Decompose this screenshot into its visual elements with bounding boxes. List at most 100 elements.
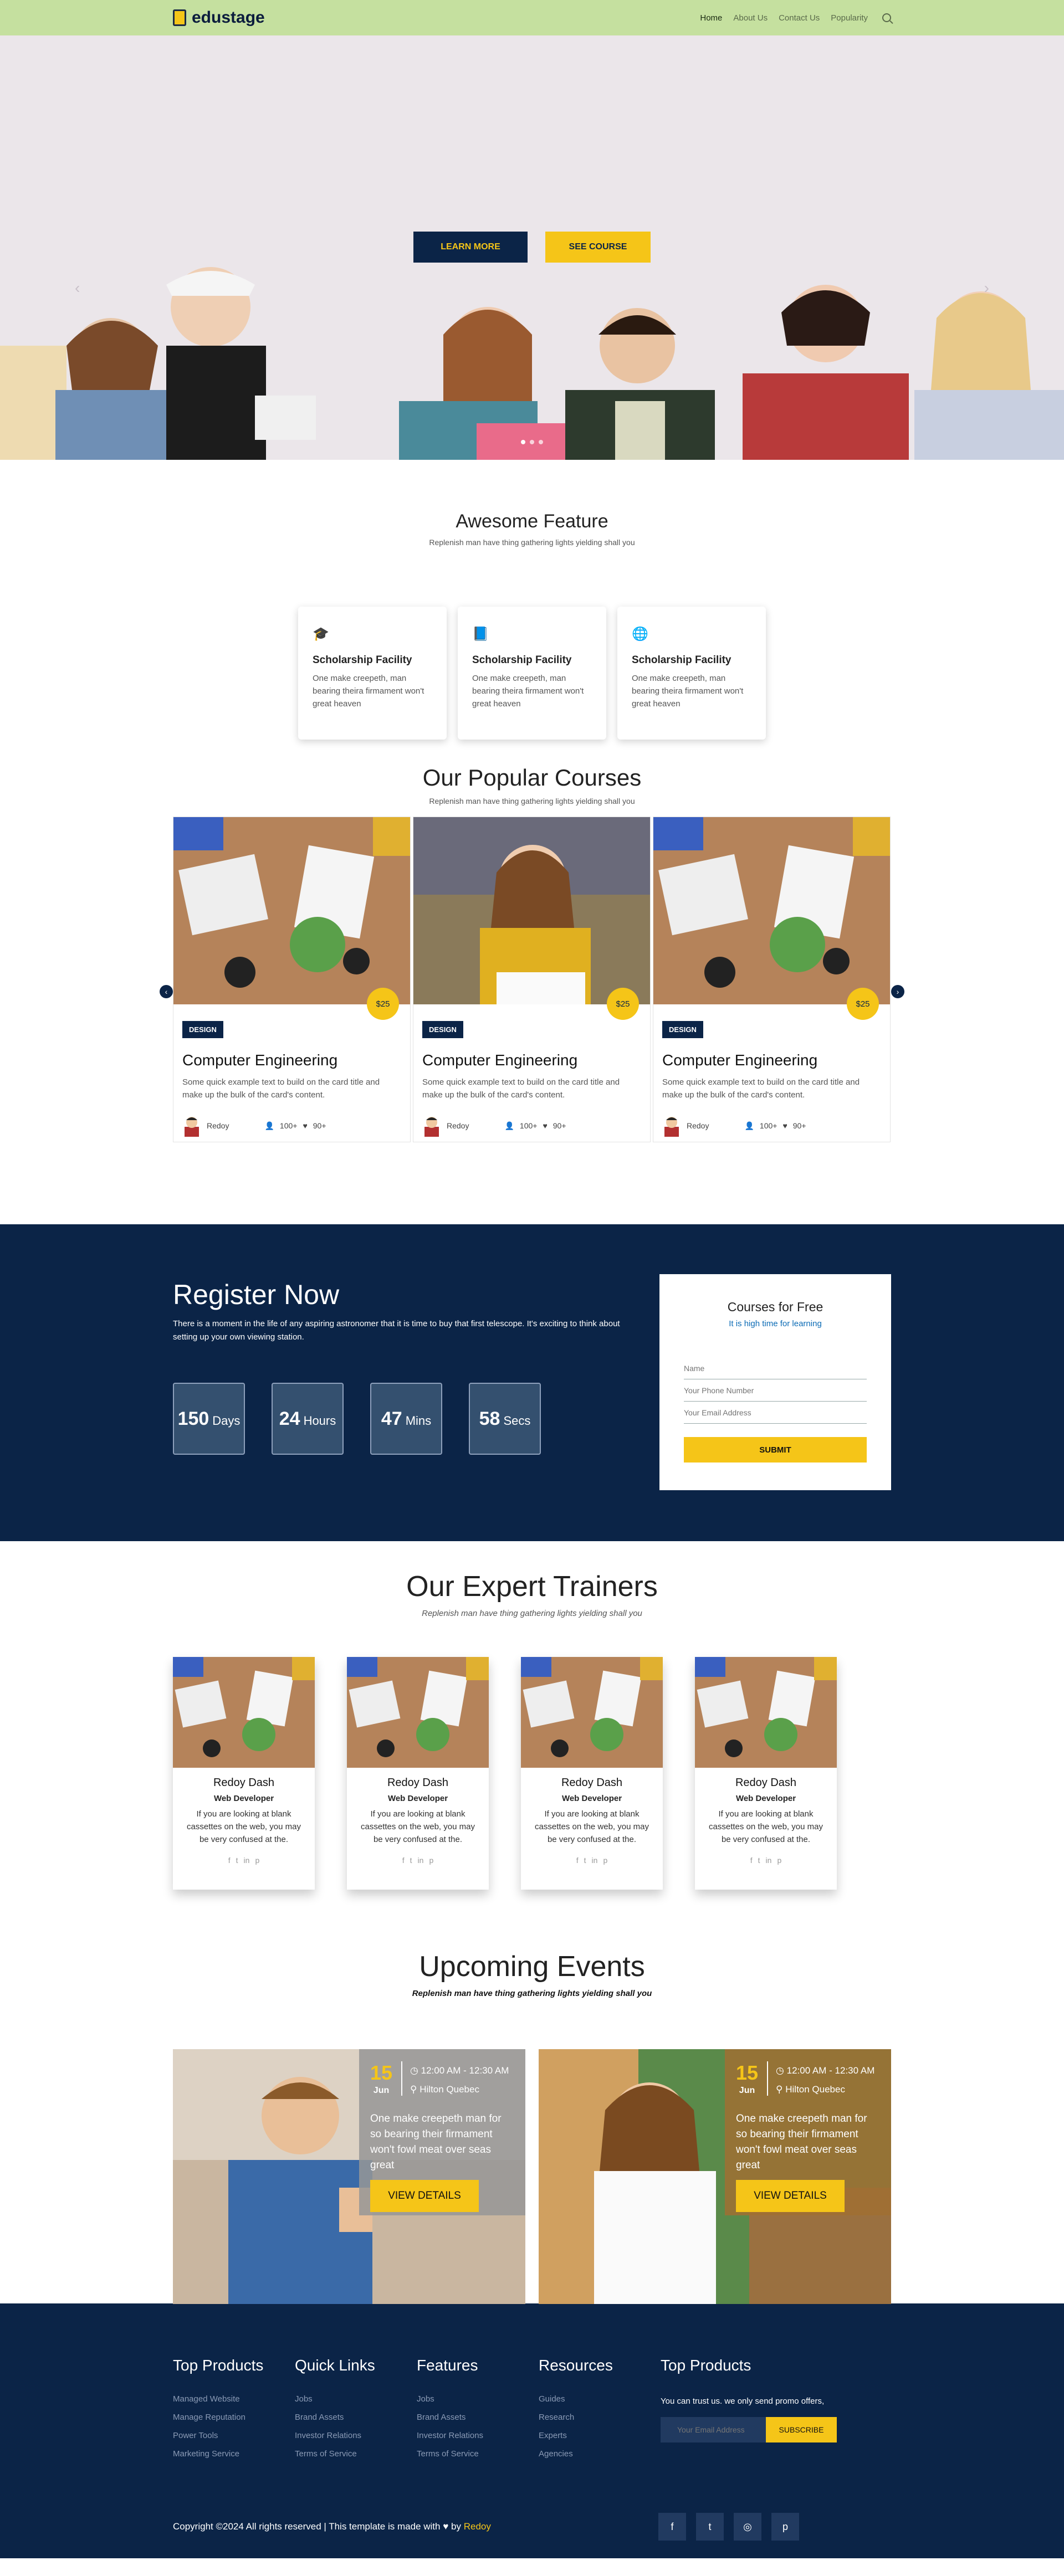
footer-link[interactable]: Investor Relations: [417, 2426, 539, 2445]
pinterest-icon[interactable]: p: [603, 1856, 607, 1865]
event-month: Jun: [373, 2086, 390, 2095]
feature-text: One make creepeth, man bearing theira fi…: [313, 674, 424, 709]
trainer-card: Redoy Dash Web Developer If you are look…: [695, 1657, 837, 1890]
heart-icon: ♥: [543, 1121, 548, 1130]
see-course-button[interactable]: SEE COURSE: [545, 232, 651, 263]
learn-more-button[interactable]: LEARN MORE: [413, 232, 528, 263]
newsletter-email-input[interactable]: [661, 2417, 766, 2442]
facebook-icon[interactable]: f: [228, 1856, 231, 1865]
author-name: Redoy: [447, 1121, 469, 1130]
footer-link[interactable]: Experts: [539, 2426, 661, 2445]
course-card[interactable]: $25 DESIGN Computer Engineering Some qui…: [413, 817, 651, 1142]
price-badge: $25: [367, 988, 399, 1020]
trainer-text: If you are looking at blank cassettes on…: [361, 1809, 475, 1844]
trainer-image: [695, 1657, 837, 1768]
course-card[interactable]: $25 DESIGN Computer Engineering Some qui…: [173, 817, 411, 1142]
book-logo-icon: [173, 9, 186, 26]
price-badge: $25: [607, 988, 639, 1020]
footer-link[interactable]: Jobs: [295, 2390, 417, 2408]
category-tag[interactable]: DESIGN: [182, 1021, 223, 1038]
heart-icon: ♥: [782, 1121, 787, 1130]
footer-link[interactable]: Manage Reputation: [173, 2408, 295, 2426]
search-icon[interactable]: [882, 13, 891, 22]
pinterest-icon[interactable]: p: [777, 1856, 781, 1865]
subscribe-button[interactable]: SUBSCRIBE: [766, 2417, 837, 2442]
twitter-icon[interactable]: t: [236, 1856, 238, 1865]
courses-title: Our Popular Courses: [422, 764, 642, 791]
linkedin-icon[interactable]: in: [418, 1856, 424, 1865]
twitter-icon[interactable]: t: [584, 1856, 586, 1865]
carousel-dot[interactable]: [530, 440, 534, 444]
pinterest-icon[interactable]: p: [429, 1856, 433, 1865]
submit-button[interactable]: SUBMIT: [684, 1437, 867, 1463]
category-tag[interactable]: DESIGN: [422, 1021, 463, 1038]
twitter-icon[interactable]: t: [758, 1856, 760, 1865]
newsletter-text: You can trust us. we only send promo off…: [661, 2397, 825, 2406]
pinterest-icon[interactable]: p: [771, 2513, 799, 2541]
nav-link-popularity[interactable]: Popularity: [831, 13, 868, 23]
course-title[interactable]: Computer Engineering: [182, 1051, 401, 1069]
footer-link[interactable]: Agencies: [539, 2445, 661, 2463]
event-place: Hilton Quebec: [785, 2084, 845, 2095]
email-field[interactable]: [684, 1402, 867, 1424]
nav-link-contact[interactable]: Contact Us: [779, 13, 820, 23]
footer-link[interactable]: Marketing Service: [173, 2445, 295, 2463]
trainer-text: If you are looking at blank cassettes on…: [187, 1809, 301, 1844]
facebook-icon[interactable]: f: [750, 1856, 753, 1865]
event-time: 12:00 AM - 12:30 AM: [421, 2065, 509, 2076]
facebook-icon[interactable]: f: [658, 2513, 686, 2541]
nav-link-about[interactable]: About Us: [733, 13, 768, 23]
footer-link[interactable]: Brand Assets: [417, 2408, 539, 2426]
trainers-title: Our Expert Trainers: [406, 1571, 658, 1603]
courses-next-arrow[interactable]: ›: [891, 985, 904, 998]
view-details-button[interactable]: VIEW DETAILS: [736, 2180, 845, 2212]
course-title[interactable]: Computer Engineering: [662, 1051, 881, 1069]
footer-link[interactable]: Research: [539, 2408, 661, 2426]
carousel-dot[interactable]: [521, 440, 525, 444]
feature-text: One make creepeth, man bearing theira fi…: [472, 674, 584, 709]
user-icon: 👤: [504, 1121, 514, 1130]
twitter-icon[interactable]: t: [410, 1856, 412, 1865]
linkedin-icon[interactable]: in: [766, 1856, 772, 1865]
footer-link[interactable]: Investor Relations: [295, 2426, 417, 2445]
hero-next-arrow[interactable]: ›: [984, 279, 989, 297]
facebook-icon[interactable]: f: [402, 1856, 405, 1865]
trainer-role: Web Developer: [735, 1794, 796, 1803]
nav-menu: Home About Us Contact Us Popularity: [700, 13, 891, 23]
footer-link[interactable]: Terms of Service: [295, 2445, 417, 2463]
facebook-icon[interactable]: f: [576, 1856, 579, 1865]
pinterest-icon[interactable]: p: [255, 1856, 259, 1865]
footer-link[interactable]: Power Tools: [173, 2426, 295, 2445]
phone-field[interactable]: [684, 1379, 867, 1402]
carousel-dot[interactable]: [539, 440, 543, 444]
category-tag[interactable]: DESIGN: [662, 1021, 703, 1038]
feature-title: Scholarship Facility: [632, 654, 732, 666]
price-badge: $25: [847, 988, 879, 1020]
name-field[interactable]: [684, 1357, 867, 1379]
course-title[interactable]: Computer Engineering: [422, 1051, 641, 1069]
book-icon: 📘: [472, 627, 489, 642]
footer-link[interactable]: Guides: [539, 2390, 661, 2408]
footer-link[interactable]: Jobs: [417, 2390, 539, 2408]
twitter-icon[interactable]: t: [696, 2513, 724, 2541]
trainer-role: Web Developer: [213, 1794, 274, 1803]
hero-prev-arrow[interactable]: ‹: [75, 279, 80, 297]
footer-link[interactable]: Brand Assets: [295, 2408, 417, 2426]
courses-prev-arrow[interactable]: ‹: [160, 985, 173, 998]
features-section: Awesome Feature Replenish man have thing…: [0, 460, 1064, 764]
heart-icon: ♥: [443, 2521, 449, 2532]
course-card[interactable]: $25 DESIGN Computer Engineering Some qui…: [653, 817, 891, 1142]
brand-logo[interactable]: edustage: [173, 8, 265, 27]
footer-link[interactable]: Managed Website: [173, 2390, 295, 2408]
author-link[interactable]: Redoy: [464, 2521, 491, 2532]
course-image: [413, 817, 650, 1004]
trainer-card: Redoy Dash Web Developer If you are look…: [173, 1657, 315, 1890]
linkedin-icon[interactable]: in: [592, 1856, 598, 1865]
instagram-icon[interactable]: ◎: [734, 2513, 761, 2541]
likes-count: 90+: [553, 1121, 566, 1130]
linkedin-icon[interactable]: in: [244, 1856, 250, 1865]
footer-newsletter: Top Products You can trust us. we only s…: [661, 2357, 882, 2463]
footer-link[interactable]: Terms of Service: [417, 2445, 539, 2463]
view-details-button[interactable]: VIEW DETAILS: [370, 2180, 479, 2212]
nav-link-home[interactable]: Home: [700, 13, 722, 23]
